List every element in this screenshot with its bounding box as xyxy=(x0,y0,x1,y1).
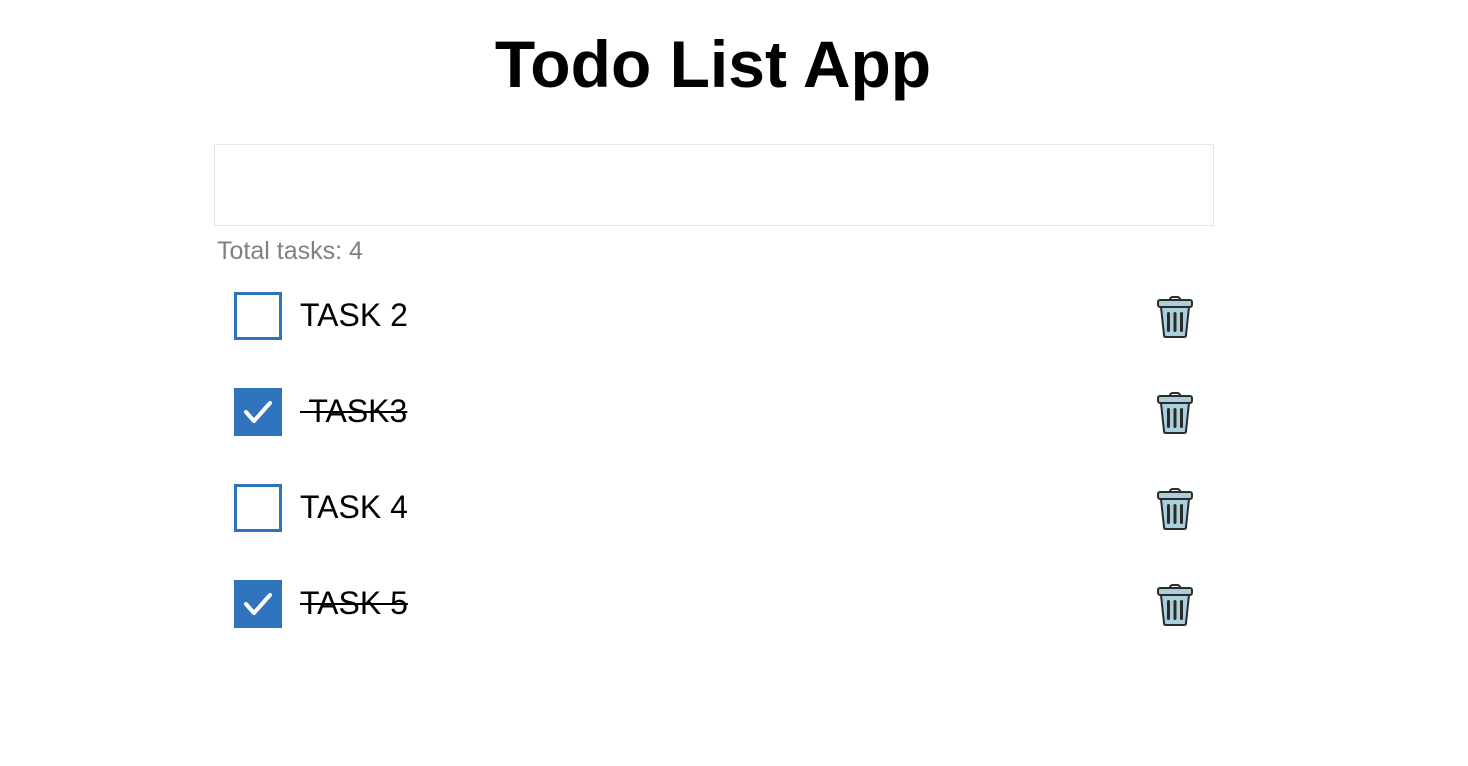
todo-app: Todo List App Total tasks: 4 TASK 2 TASK… xyxy=(0,0,1468,766)
task-checkbox[interactable] xyxy=(234,484,282,532)
task-label: TASK3 xyxy=(300,393,408,429)
task-checkbox[interactable] xyxy=(234,292,282,340)
delete-task-button[interactable] xyxy=(1156,584,1194,626)
total-tasks-count: Total tasks: 4 xyxy=(217,237,363,265)
trash-icon xyxy=(1156,584,1194,626)
task-label: TASK 2 xyxy=(300,297,408,333)
task-checkbox[interactable] xyxy=(234,580,282,628)
trash-icon xyxy=(1156,392,1194,434)
task-item: TASK 2 xyxy=(234,292,1194,340)
task-item: TASK3 xyxy=(234,388,1194,436)
delete-task-button[interactable] xyxy=(1156,296,1194,338)
task-item: TASK 5 xyxy=(234,580,1194,628)
trash-icon xyxy=(1156,488,1194,530)
delete-task-button[interactable] xyxy=(1156,488,1194,530)
page-title: Todo List App xyxy=(494,27,932,101)
new-task-input[interactable] xyxy=(214,144,1214,226)
trash-icon xyxy=(1156,296,1194,338)
task-label: TASK 5 xyxy=(300,585,408,621)
delete-task-button[interactable] xyxy=(1156,392,1194,434)
task-item: TASK 4 xyxy=(234,484,1194,532)
task-list: TASK 2 TASK3 TASK 4 TASK 5 xyxy=(234,292,1194,676)
task-checkbox[interactable] xyxy=(234,388,282,436)
task-label: TASK 4 xyxy=(300,489,408,525)
